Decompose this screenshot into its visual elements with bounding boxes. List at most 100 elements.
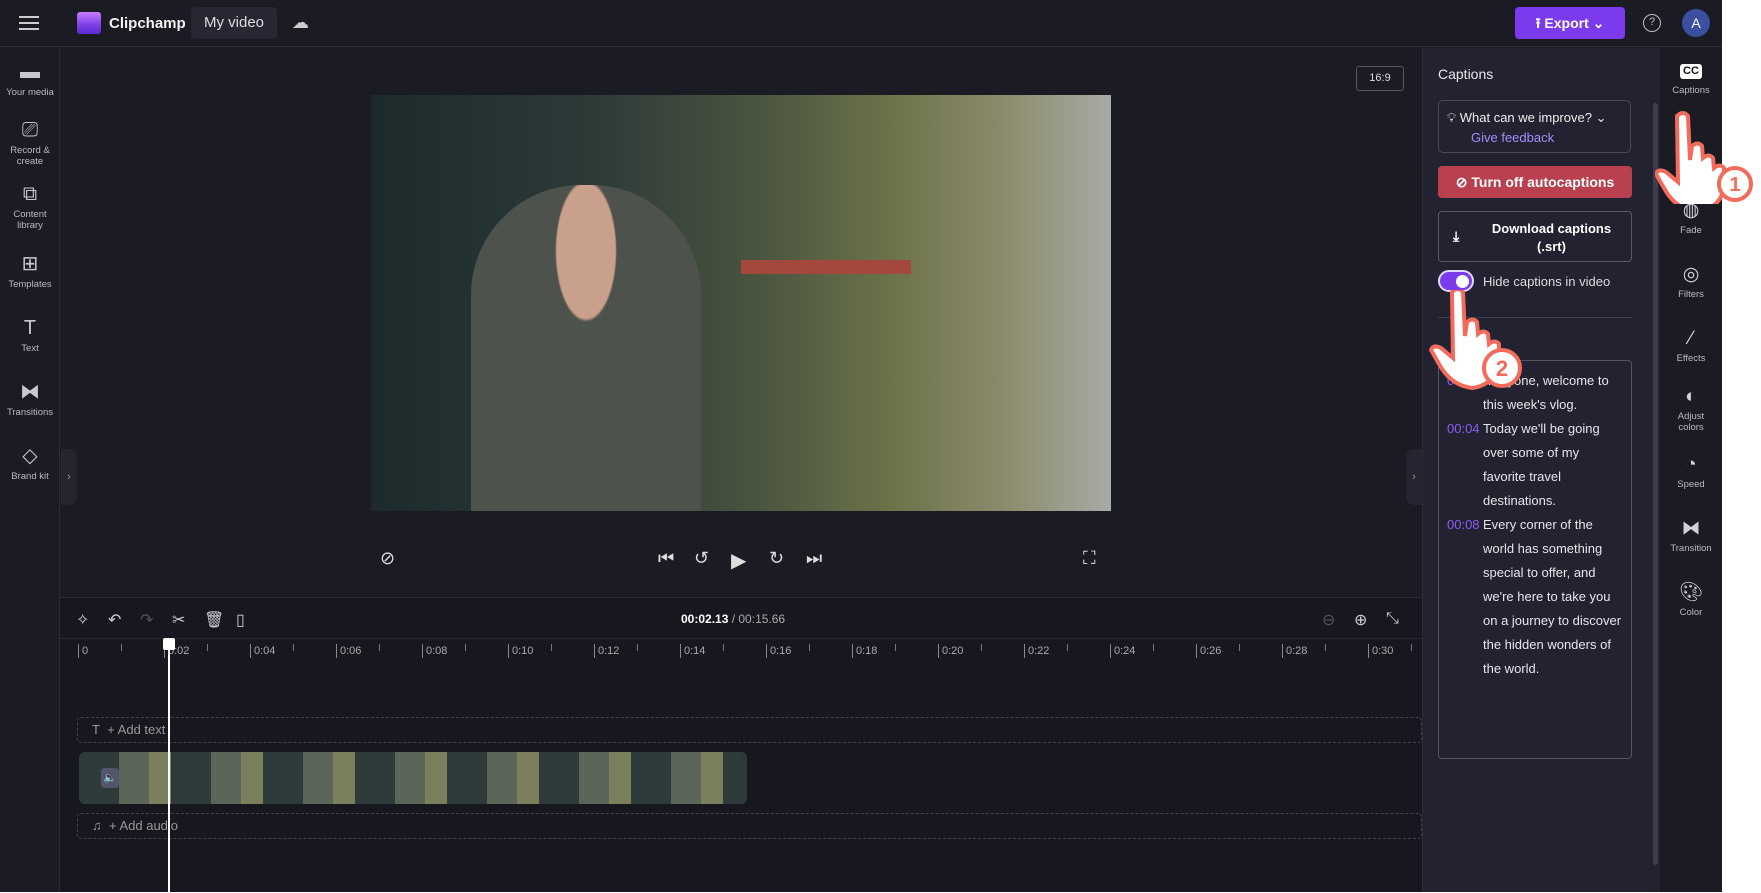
rnav-filters[interactable]: ◎ Filters bbox=[1660, 264, 1722, 300]
feedback-question[interactable]: 💡︎ What can we improve? ⌄ bbox=[1447, 110, 1607, 126]
ruler-minor-tick bbox=[121, 644, 122, 651]
cue-time[interactable]: 00:04 bbox=[1447, 417, 1483, 513]
nav-record-create[interactable]: ⎚ Record & create bbox=[0, 118, 60, 167]
rnav-fade[interactable]: ◍ Fade bbox=[1660, 200, 1722, 236]
avatar[interactable]: A bbox=[1682, 9, 1710, 37]
library-icon: ⧉ bbox=[22, 183, 38, 205]
give-feedback-link[interactable]: Give feedback bbox=[1471, 130, 1554, 145]
adjust-colors-icon: ◐ bbox=[1685, 386, 1697, 407]
skip-back-icon[interactable]: ⏮ bbox=[658, 548, 674, 569]
rnav-label: Speed bbox=[1677, 479, 1705, 490]
video-clip[interactable]: 🔈 bbox=[79, 752, 747, 804]
transcript-box[interactable]: 00:01…eryone, welcome to this week's vlo… bbox=[1438, 360, 1632, 759]
nav-content-library[interactable]: ⧉ Content library bbox=[0, 182, 60, 231]
text-icon: T bbox=[92, 722, 100, 737]
playhead[interactable] bbox=[163, 638, 175, 893]
rnav-captions[interactable]: CC Captions bbox=[1660, 64, 1722, 96]
captions-off-icon: ⊘ bbox=[1455, 174, 1468, 190]
add-to-timeline-icon[interactable]: ▯ bbox=[236, 610, 245, 630]
export-button[interactable]: ⭱ Export ⌄ bbox=[1515, 7, 1625, 39]
cue-time[interactable]: 00:08 bbox=[1447, 513, 1483, 681]
transcript-cue[interactable]: 00:04 Today we'll be going over some of m… bbox=[1447, 417, 1623, 513]
rnav-color[interactable]: 🎨︎ Color bbox=[1660, 582, 1722, 618]
zoom-out-icon[interactable]: ⊖ bbox=[1322, 610, 1335, 630]
pointer-hand-icon-step-1: 1 bbox=[1655, 111, 1753, 204]
nav-brand-kit[interactable]: ◇ Brand kit bbox=[0, 444, 60, 482]
download-icon: ⤓ bbox=[1453, 228, 1460, 244]
cue-text[interactable]: Today we'll be going over some of my fav… bbox=[1483, 417, 1623, 513]
turn-off-autocaptions-button[interactable]: ⊘ Turn off autocaptions bbox=[1438, 166, 1632, 198]
cc-icon: CC bbox=[1680, 64, 1702, 79]
aspect-ratio-button[interactable]: 16:9 bbox=[1356, 66, 1404, 91]
add-audio-track[interactable]: ♫ + Add audio bbox=[77, 813, 1422, 839]
text-icon: T bbox=[23, 317, 37, 339]
panel-scrollbar[interactable] bbox=[1653, 103, 1658, 865]
ruler-minor-tick bbox=[551, 644, 552, 651]
expand-right-panel-button[interactable]: › bbox=[1406, 449, 1422, 505]
color-icon: 🎨︎ bbox=[1678, 582, 1704, 603]
ruler-tick: 0:30 bbox=[1368, 644, 1393, 658]
skip-forward-icon[interactable]: ⏭ bbox=[806, 548, 822, 569]
hide-captions-toggle[interactable] bbox=[1438, 270, 1474, 292]
delete-icon[interactable]: 🗑 bbox=[204, 610, 224, 630]
cut-icon[interactable]: ✂ bbox=[172, 610, 185, 630]
fit-timeline-icon[interactable]: ⤡ bbox=[1386, 610, 1399, 628]
video-train bbox=[741, 260, 911, 274]
download-captions-button[interactable]: ⤓ Download captions (.srt) bbox=[1438, 211, 1632, 262]
ruler-tick: 0:10 bbox=[508, 644, 533, 658]
clipchamp-editor: Clipchamp My video ☁ ⭱ Export ⌄ ? A ▬ You… bbox=[0, 0, 1722, 893]
zoom-in-icon[interactable]: ⊕ bbox=[1354, 610, 1367, 630]
transcript-cue[interactable]: 00:08 Every corner of the world has somet… bbox=[1447, 513, 1623, 681]
ruler-tick: 0:22 bbox=[1024, 644, 1049, 658]
expand-left-panel-button[interactable]: › bbox=[61, 449, 77, 505]
total-time: / 00:15.66 bbox=[731, 612, 786, 626]
ruler-minor-tick bbox=[809, 644, 810, 651]
ruler-tick: 0:14 bbox=[680, 644, 705, 658]
captions-off-icon[interactable]: ⊘ bbox=[380, 548, 395, 569]
speaker-icon[interactable]: 🔈 bbox=[101, 768, 119, 788]
nav-your-media[interactable]: ▬ Your media bbox=[0, 60, 60, 98]
pointer-hand-icon-step-2: 2 bbox=[1428, 290, 1522, 391]
rnav-label: Color bbox=[1679, 607, 1703, 618]
rewind-5-icon[interactable]: ↺ bbox=[694, 548, 709, 569]
feedback-box[interactable]: 💡︎ What can we improve? ⌄ Give feedback bbox=[1438, 100, 1631, 153]
rnav-adjust-colors[interactable]: ◐ Adjust colors bbox=[1660, 386, 1722, 433]
redo-icon[interactable]: ↷ bbox=[140, 610, 153, 630]
magic-icon[interactable]: ✧ bbox=[76, 610, 89, 630]
top-bar: Clipchamp My video ☁ ⭱ Export ⌄ ? A bbox=[0, 0, 1722, 47]
rnav-label: Adjust colors bbox=[1677, 411, 1705, 433]
transitions-icon: ⧓ bbox=[20, 381, 40, 403]
ruler-minor-tick bbox=[1239, 644, 1240, 651]
help-icon[interactable]: ? bbox=[1643, 14, 1661, 32]
menu-icon[interactable] bbox=[19, 16, 39, 30]
rnav-speed[interactable]: ◔ Speed bbox=[1660, 454, 1722, 490]
ruler-minor-tick bbox=[1067, 644, 1068, 651]
time-ruler[interactable]: 0 0:02 0:04 0:06 0:08 0:10 0:12 0:14 0:16 0:18 0:2… bbox=[60, 638, 1422, 660]
templates-icon: ⊞ bbox=[21, 253, 39, 275]
nav-label: Record & create bbox=[10, 145, 50, 167]
project-name-input[interactable]: My video bbox=[191, 7, 277, 39]
step-1-label: 1 bbox=[1729, 174, 1740, 196]
nav-label: Text bbox=[21, 343, 39, 354]
cue-text[interactable]: Every corner of the world has something … bbox=[1483, 513, 1623, 681]
nav-label: Templates bbox=[8, 279, 52, 290]
play-button[interactable]: ▶ bbox=[731, 548, 746, 573]
ruler-minor-tick bbox=[1325, 644, 1326, 651]
nav-text[interactable]: T Text bbox=[0, 316, 60, 354]
app-name: Clipchamp bbox=[109, 15, 186, 32]
nav-templates[interactable]: ⊞ Templates bbox=[0, 252, 60, 290]
fullscreen-icon[interactable]: ⛶ bbox=[1083, 548, 1096, 569]
step-2-label: 2 bbox=[1496, 356, 1508, 381]
rnav-transition[interactable]: ⧓ Transition bbox=[1660, 518, 1722, 554]
nav-transitions[interactable]: ⧓ Transitions bbox=[0, 380, 60, 418]
undo-icon[interactable]: ↶ bbox=[108, 610, 121, 630]
rnav-effects[interactable]: ⁄ Effects bbox=[1660, 328, 1722, 364]
brand-kit-icon: ◇ bbox=[22, 445, 38, 467]
music-icon: ♫ bbox=[92, 818, 102, 833]
ruler-minor-tick bbox=[1153, 644, 1154, 651]
forward-5-icon[interactable]: ↻ bbox=[769, 548, 784, 569]
rnav-label: Effects bbox=[1676, 353, 1706, 364]
rnav-label: Fade bbox=[1680, 225, 1702, 236]
cloud-saved-icon[interactable]: ☁ bbox=[292, 13, 309, 33]
add-text-track[interactable]: T + Add text bbox=[77, 717, 1422, 743]
